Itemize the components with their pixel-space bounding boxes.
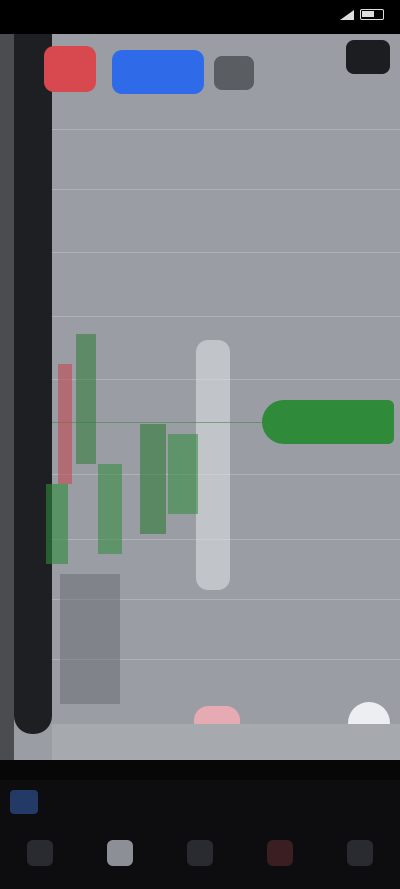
more-button[interactable] [214, 56, 254, 90]
candle-bear [58, 364, 72, 484]
grid-line [52, 189, 400, 190]
candle-bull [76, 334, 96, 464]
volume-block [60, 574, 120, 704]
battery-icon [360, 9, 384, 20]
grid-line [52, 129, 400, 130]
bottom-nav [0, 820, 400, 889]
grid-line [52, 316, 400, 317]
nav-item-trade[interactable] [174, 829, 226, 881]
nav-item-chart[interactable] [94, 829, 146, 881]
nav-item-history[interactable] [254, 829, 306, 881]
price-range-band [196, 340, 230, 590]
chart-settings-icon[interactable] [346, 40, 390, 74]
price-chart[interactable] [0, 34, 400, 760]
drawing-tools-rail[interactable] [14, 34, 52, 734]
candle-bull [140, 424, 166, 534]
settings-icon [347, 839, 373, 866]
trade-icon [187, 839, 213, 866]
quotes-icon [27, 839, 53, 866]
sell-button[interactable] [44, 46, 96, 92]
nav-item-quotes[interactable] [14, 829, 66, 881]
candle-bull [46, 484, 68, 564]
signal-icon [340, 9, 354, 20]
chart-icon [107, 839, 133, 866]
divider [0, 760, 400, 780]
status-icons [340, 9, 384, 20]
current-price-marker [262, 400, 394, 444]
account-badge-icon [10, 790, 38, 814]
candle-bull [98, 464, 122, 554]
candle-bull [168, 434, 198, 514]
history-icon [267, 839, 293, 866]
nav-item-settings[interactable] [334, 829, 386, 881]
chart-left-edge [0, 34, 14, 760]
buy-button[interactable] [112, 50, 204, 94]
grid-line [52, 252, 400, 253]
time-axis [52, 724, 400, 760]
info-bar [0, 780, 400, 820]
app-screen [0, 0, 400, 889]
status-bar [0, 0, 400, 34]
